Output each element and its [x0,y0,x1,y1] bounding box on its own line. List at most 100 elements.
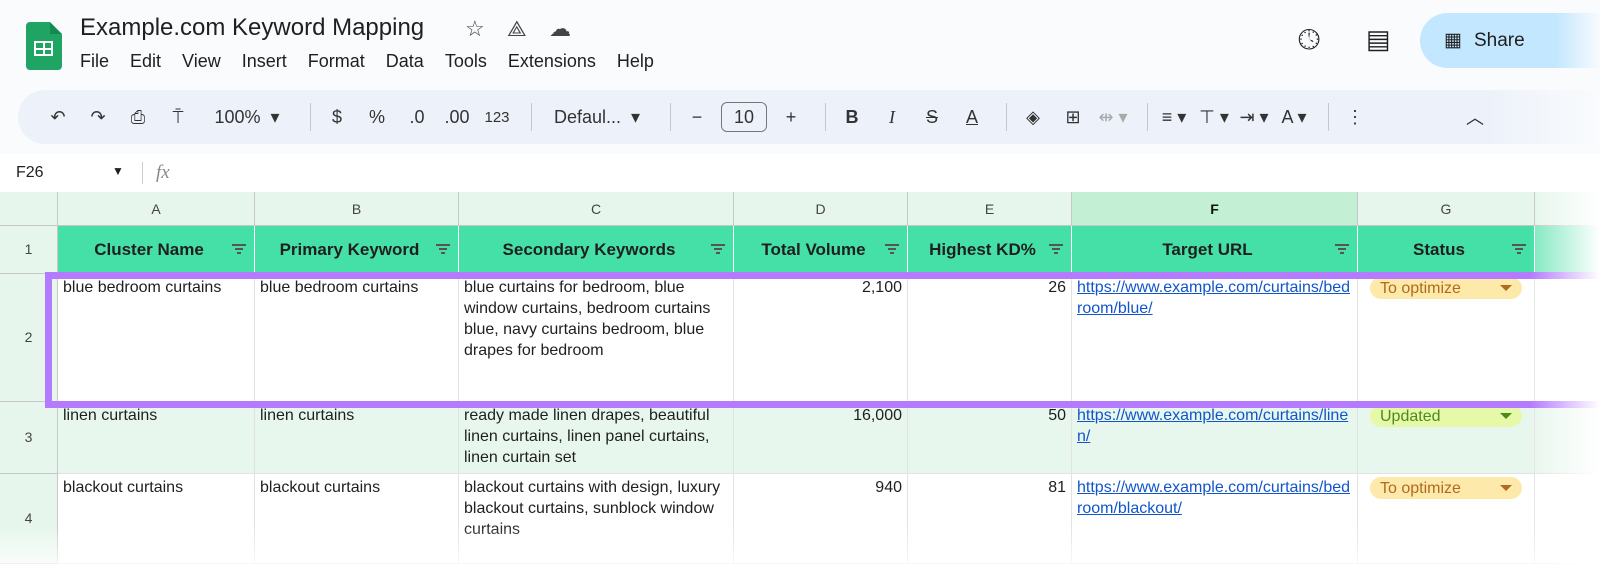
decrease-decimal-button[interactable]: .0 [401,101,433,133]
building-icon: ▦ [1444,30,1462,51]
target-url-link[interactable]: https://www.example.com/curtains/bedroom… [1077,479,1350,517]
menu-insert[interactable]: Insert [242,51,287,72]
vertical-align-icon[interactable]: ⊤ ▾ [1198,101,1230,133]
cell-cluster[interactable]: linen curtains [58,402,255,474]
cloud-saved-icon[interactable]: ☁ [549,16,571,42]
cell-target-url[interactable]: https://www.example.com/curtains/linen/ [1072,402,1358,474]
menu-extensions[interactable]: Extensions [508,51,596,72]
comments-icon[interactable]: ▤ [1366,24,1391,55]
formula-bar: F26 ▼ fx [0,154,1600,192]
target-url-link[interactable]: https://www.example.com/curtains/linen/ [1077,407,1348,445]
horizontal-align-icon[interactable]: ≡ ▾ [1158,101,1190,133]
filter-icon[interactable] [1049,244,1063,254]
star-icon[interactable]: ☆ [465,16,485,42]
divider [670,103,671,131]
menu-bar: File Edit View Insert Format Data Tools … [80,51,654,72]
fx-icon: fx [156,162,170,183]
status-dropdown[interactable]: To optimize [1370,477,1522,499]
column-header-f[interactable]: F [1072,192,1358,226]
header-cell[interactable]: Status [1358,226,1535,274]
bold-icon[interactable]: B [836,101,868,133]
column-header-b[interactable]: B [255,192,459,226]
header-cell[interactable]: Target URL [1072,226,1358,274]
filter-icon[interactable] [436,244,450,254]
cell-secondary[interactable]: ready made linen drapes, beautiful linen… [459,402,734,474]
cell-status[interactable]: Updated [1358,402,1535,474]
divider [825,103,826,131]
row-header-3[interactable]: 3 [0,402,58,474]
fade-overlay [0,524,1600,564]
more-options-icon[interactable]: ⋮ [1339,101,1371,133]
row-header-1[interactable]: 1 [0,226,58,274]
print-icon[interactable]: ⎙ [122,101,154,133]
divider [1328,103,1329,131]
collapse-toolbar-icon[interactable]: ︿ [1459,101,1491,133]
borders-icon[interactable]: ⊞ [1057,101,1089,133]
name-box[interactable]: F26 [16,164,44,182]
status-dropdown[interactable]: Updated [1370,405,1522,427]
share-button[interactable]: ▦ Share [1420,13,1600,68]
font-select[interactable]: Defaul... ▾ [542,101,652,133]
menu-help[interactable]: Help [617,51,654,72]
text-rotation-icon[interactable]: A ▾ [1278,101,1310,133]
menu-format[interactable]: Format [308,51,365,72]
decrease-font-size-button[interactable]: − [681,101,713,133]
zoom-value: 100% [214,106,261,127]
font-size-input[interactable]: 10 [721,102,767,132]
increase-decimal-button[interactable]: .00 [441,101,473,133]
name-box-dropdown-icon[interactable]: ▼ [112,164,124,178]
filter-icon[interactable] [232,244,246,254]
column-header-a[interactable]: A [58,192,255,226]
version-history-icon[interactable]: 🕓︎ [1298,24,1320,57]
header-cell[interactable]: Highest KD% [908,226,1072,274]
header-cell[interactable]: Total Volume [734,226,908,274]
undo-icon[interactable]: ↶ [42,101,74,133]
italic-icon[interactable]: I [876,101,908,133]
highlight-box [45,272,1600,408]
filter-icon[interactable] [885,244,899,254]
menu-edit[interactable]: Edit [130,51,161,72]
header-cell[interactable]: Cluster Name [58,226,255,274]
number-format-button[interactable]: 123 [481,101,513,133]
percent-button[interactable]: % [361,101,393,133]
status-label: Updated [1380,407,1441,425]
menu-file[interactable]: File [80,51,109,72]
currency-button[interactable]: $ [321,101,353,133]
text-wrapping-icon[interactable]: ⇥ ▾ [1238,101,1270,133]
document-title[interactable]: Example.com Keyword Mapping [80,14,424,42]
divider [1006,103,1007,131]
cell-kd[interactable]: 50 [908,402,1072,474]
increase-font-size-button[interactable]: + [775,101,807,133]
column-header-g[interactable]: G [1358,192,1535,226]
redo-icon[interactable]: ↷ [82,101,114,133]
header-cell[interactable]: Primary Keyword [255,226,459,274]
text-color-icon[interactable]: A [956,101,988,133]
divider [142,162,143,184]
filter-icon[interactable] [711,244,725,254]
fade-overlay [1530,190,1600,564]
merge-cells-icon[interactable]: ⇹ ▾ [1097,101,1129,133]
dropdown-arrow-icon [1500,485,1512,491]
header-cell[interactable]: Secondary Keywords [459,226,734,274]
column-header-c[interactable]: C [459,192,734,226]
column-header-e[interactable]: E [908,192,1072,226]
move-to-drive-icon[interactable]: ⟁ [507,16,527,42]
menu-data[interactable]: Data [386,51,424,72]
cell-primary[interactable]: linen curtains [255,402,459,474]
cell-volume[interactable]: 16,000 [734,402,908,474]
strikethrough-icon[interactable]: S [916,101,948,133]
header-label: Secondary Keywords [502,240,676,259]
filter-icon[interactable] [1512,244,1526,254]
column-header-d[interactable]: D [734,192,908,226]
select-all-corner[interactable] [0,192,58,226]
menu-tools[interactable]: Tools [445,51,487,72]
sheets-logo[interactable] [26,22,62,70]
fill-color-icon[interactable]: ◈ [1017,101,1049,133]
header-label: Highest KD% [929,240,1036,259]
paint-format-icon[interactable]: ⍑ [162,101,194,133]
filter-icon[interactable] [1335,244,1349,254]
divider [531,103,532,131]
zoom-select[interactable]: 100% ▾ [202,101,292,133]
header-label: Cluster Name [94,240,204,259]
menu-view[interactable]: View [182,51,221,72]
